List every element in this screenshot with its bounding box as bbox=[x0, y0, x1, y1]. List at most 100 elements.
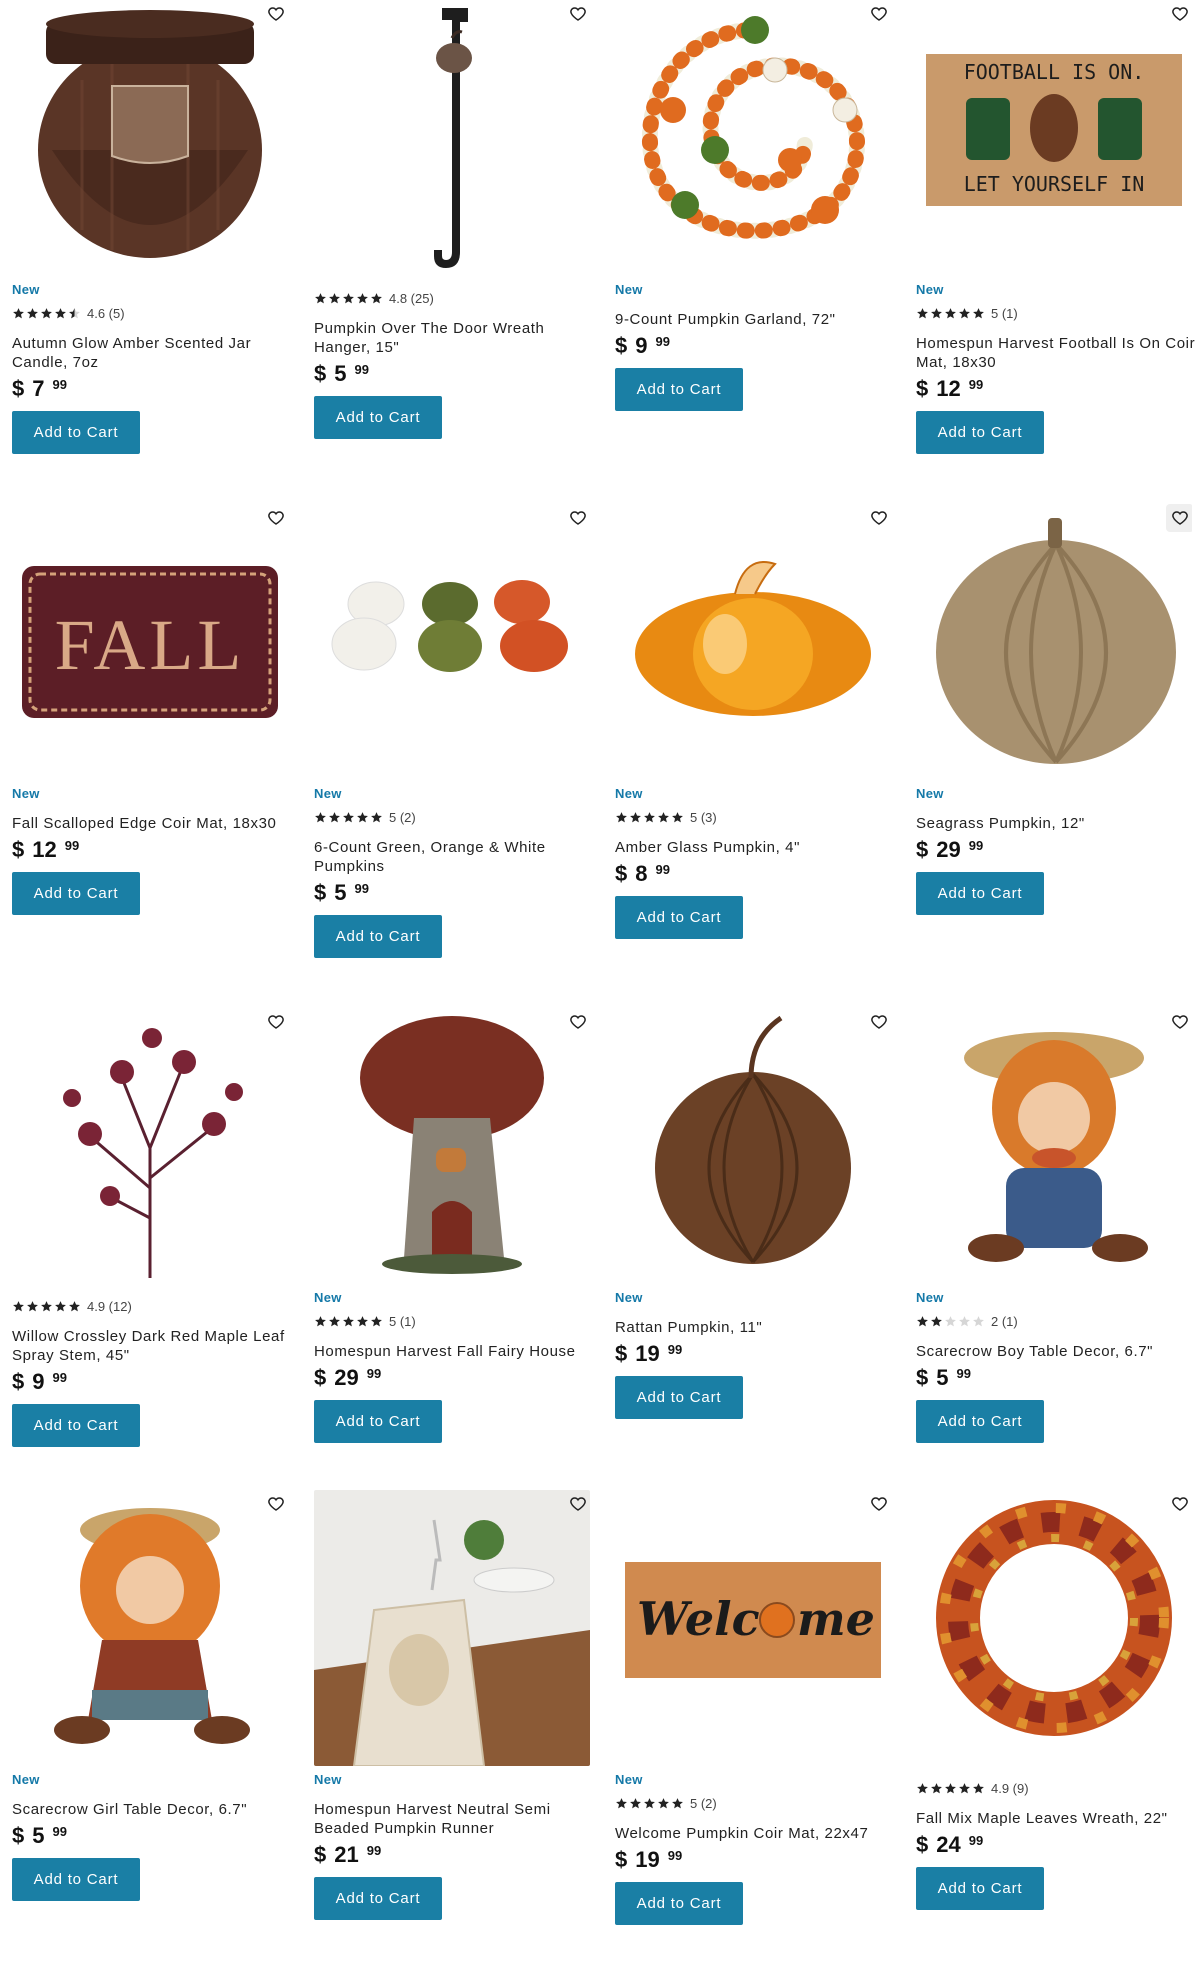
wishlist-button[interactable] bbox=[1166, 1490, 1192, 1518]
add-to-cart-button[interactable]: Add to Cart bbox=[615, 1376, 743, 1419]
rating-text: 4.9 (12) bbox=[87, 1299, 132, 1314]
wishlist-button[interactable] bbox=[564, 0, 590, 28]
wishlist-button[interactable] bbox=[865, 1008, 891, 1036]
heart-outline-icon bbox=[570, 511, 586, 525]
add-to-cart-button[interactable]: Add to Cart bbox=[916, 872, 1044, 915]
product-image-scarecrow-girl[interactable] bbox=[12, 1490, 288, 1766]
product-image-fall-mat[interactable]: FALL bbox=[12, 504, 288, 780]
star-icon bbox=[931, 1783, 942, 1794]
rating-text: 4.9 (9) bbox=[991, 1781, 1029, 1796]
product-image-rattan-pumpkin[interactable] bbox=[615, 1008, 891, 1284]
add-to-cart-button[interactable]: Add to Cart bbox=[314, 396, 442, 439]
product-image-amber-candle[interactable] bbox=[12, 0, 288, 276]
heart-outline-icon bbox=[1172, 511, 1188, 525]
rating-text: 4.6 (5) bbox=[87, 306, 125, 321]
new-badge: New bbox=[615, 1290, 643, 1305]
add-to-cart-button[interactable]: Add to Cart bbox=[12, 872, 140, 915]
product-image-fairy-house[interactable] bbox=[314, 1008, 590, 1284]
wishlist-button[interactable] bbox=[865, 0, 891, 28]
new-badge: New bbox=[12, 786, 40, 801]
heart-outline-icon bbox=[268, 511, 284, 525]
add-to-cart-button[interactable]: Add to Cart bbox=[916, 1400, 1044, 1443]
product-title[interactable]: 9-Count Pumpkin Garland, 72" bbox=[615, 310, 895, 329]
product-image-mini-pumpkins[interactable] bbox=[314, 504, 590, 780]
new-badge: New bbox=[314, 786, 342, 801]
wishlist-button[interactable] bbox=[262, 1490, 288, 1518]
star-icon bbox=[343, 293, 354, 304]
heart-outline-icon bbox=[1172, 1497, 1188, 1511]
star-icon bbox=[959, 1783, 970, 1794]
product-title[interactable]: Homespun Harvest Neutral Semi Beaded Pum… bbox=[314, 1800, 594, 1838]
product-image-leaves-wreath[interactable] bbox=[916, 1490, 1192, 1766]
product-title[interactable]: Homespun Harvest Football Is On Coir Mat… bbox=[916, 334, 1196, 372]
new-badge: New bbox=[615, 1772, 643, 1787]
product-image-wreath-hanger[interactable] bbox=[314, 0, 590, 276]
product-image-seagrass-pumpkin[interactable] bbox=[916, 504, 1192, 780]
wishlist-button[interactable] bbox=[1166, 1008, 1192, 1036]
wishlist-button[interactable] bbox=[865, 1490, 891, 1518]
heart-outline-icon bbox=[268, 7, 284, 21]
product-price: $9 99 bbox=[12, 1369, 67, 1394]
product-title[interactable]: Pumpkin Over The Door Wreath Hanger, 15" bbox=[314, 319, 594, 357]
wishlist-button[interactable] bbox=[1166, 0, 1192, 28]
product-title[interactable]: Seagrass Pumpkin, 12" bbox=[916, 814, 1196, 833]
leaves-wreath-image bbox=[936, 1500, 1172, 1736]
product-image-table-runner[interactable] bbox=[314, 1490, 590, 1766]
add-to-cart-button[interactable]: Add to Cart bbox=[314, 1877, 442, 1920]
product-image-pumpkin-garland[interactable] bbox=[615, 0, 891, 276]
add-to-cart-button[interactable]: Add to Cart bbox=[314, 915, 442, 958]
product-price: $9 99 bbox=[615, 333, 670, 358]
add-to-cart-button[interactable]: Add to Cart bbox=[615, 896, 743, 939]
rating: 5 (2) bbox=[314, 810, 594, 825]
wishlist-button[interactable] bbox=[262, 504, 288, 532]
product-title[interactable]: Rattan Pumpkin, 11" bbox=[615, 1318, 895, 1337]
product-image-welcome-mat[interactable]: Welc me bbox=[615, 1490, 891, 1766]
product-title[interactable]: Scarecrow Girl Table Decor, 6.7" bbox=[12, 1800, 292, 1819]
product-card: FALL New Fall Scalloped Edge Coir Mat, 1… bbox=[12, 504, 294, 915]
add-to-cart-button[interactable]: Add to Cart bbox=[615, 1882, 743, 1925]
product-image-scarecrow-boy[interactable] bbox=[916, 1008, 1192, 1284]
heart-outline-icon bbox=[570, 1497, 586, 1511]
star-icon bbox=[959, 1316, 970, 1327]
product-title[interactable]: Scarecrow Boy Table Decor, 6.7" bbox=[916, 1342, 1196, 1361]
product-image-glass-pumpkin[interactable] bbox=[615, 504, 891, 780]
add-to-cart-button[interactable]: Add to Cart bbox=[314, 1400, 442, 1443]
product-title[interactable]: Homespun Harvest Fall Fairy House bbox=[314, 1342, 594, 1361]
rating: 5 (2) bbox=[615, 1796, 895, 1811]
wishlist-button[interactable] bbox=[865, 504, 891, 532]
product-price: $12 99 bbox=[916, 376, 984, 401]
product-title[interactable]: Autumn Glow Amber Scented Jar Candle, 7o… bbox=[12, 334, 292, 372]
product-card: New Homespun Harvest Neutral Semi Beaded… bbox=[314, 1490, 596, 1920]
wishlist-button[interactable] bbox=[564, 1008, 590, 1036]
star-rating bbox=[615, 811, 684, 824]
new-badge: New bbox=[916, 282, 944, 297]
star-icon bbox=[644, 1798, 655, 1809]
add-to-cart-button[interactable]: Add to Cart bbox=[615, 368, 743, 411]
add-to-cart-button[interactable]: Add to Cart bbox=[12, 411, 140, 454]
star-icon bbox=[27, 1301, 38, 1312]
wishlist-button[interactable] bbox=[262, 1008, 288, 1036]
product-title[interactable]: 6-Count Green, Orange & White Pumpkins bbox=[314, 838, 594, 876]
star-icon bbox=[357, 293, 368, 304]
wishlist-button[interactable] bbox=[1166, 504, 1192, 532]
product-title[interactable]: Fall Mix Maple Leaves Wreath, 22" bbox=[916, 1809, 1196, 1828]
add-to-cart-button[interactable]: Add to Cart bbox=[12, 1404, 140, 1447]
product-title[interactable]: Amber Glass Pumpkin, 4" bbox=[615, 838, 895, 857]
wishlist-button[interactable] bbox=[564, 1490, 590, 1518]
product-image-football-mat[interactable]: FOOTBALL IS ON. LET YOURSELF IN bbox=[916, 0, 1192, 276]
product-title[interactable]: Welcome Pumpkin Coir Mat, 22x47 bbox=[615, 1824, 895, 1843]
star-icon bbox=[315, 1316, 326, 1327]
product-title[interactable]: Fall Scalloped Edge Coir Mat, 18x30 bbox=[12, 814, 292, 833]
add-to-cart-button[interactable]: Add to Cart bbox=[916, 1867, 1044, 1910]
product-image-maple-stem[interactable] bbox=[12, 1008, 288, 1284]
wishlist-button[interactable] bbox=[262, 0, 288, 28]
product-title[interactable]: Willow Crossley Dark Red Maple Leaf Spra… bbox=[12, 1327, 292, 1365]
star-rating bbox=[314, 292, 383, 305]
new-badge: New bbox=[12, 1772, 40, 1787]
wishlist-button[interactable] bbox=[564, 504, 590, 532]
add-to-cart-button[interactable]: Add to Cart bbox=[916, 411, 1044, 454]
add-to-cart-button[interactable]: Add to Cart bbox=[12, 1858, 140, 1901]
mini-pumpkins-image bbox=[331, 580, 568, 672]
product-card: New 9-Count Pumpkin Garland, 72" $9 99 Ad… bbox=[615, 0, 897, 411]
product-card: New 5 (2) 6-Count Green, Orange & White … bbox=[314, 504, 596, 958]
